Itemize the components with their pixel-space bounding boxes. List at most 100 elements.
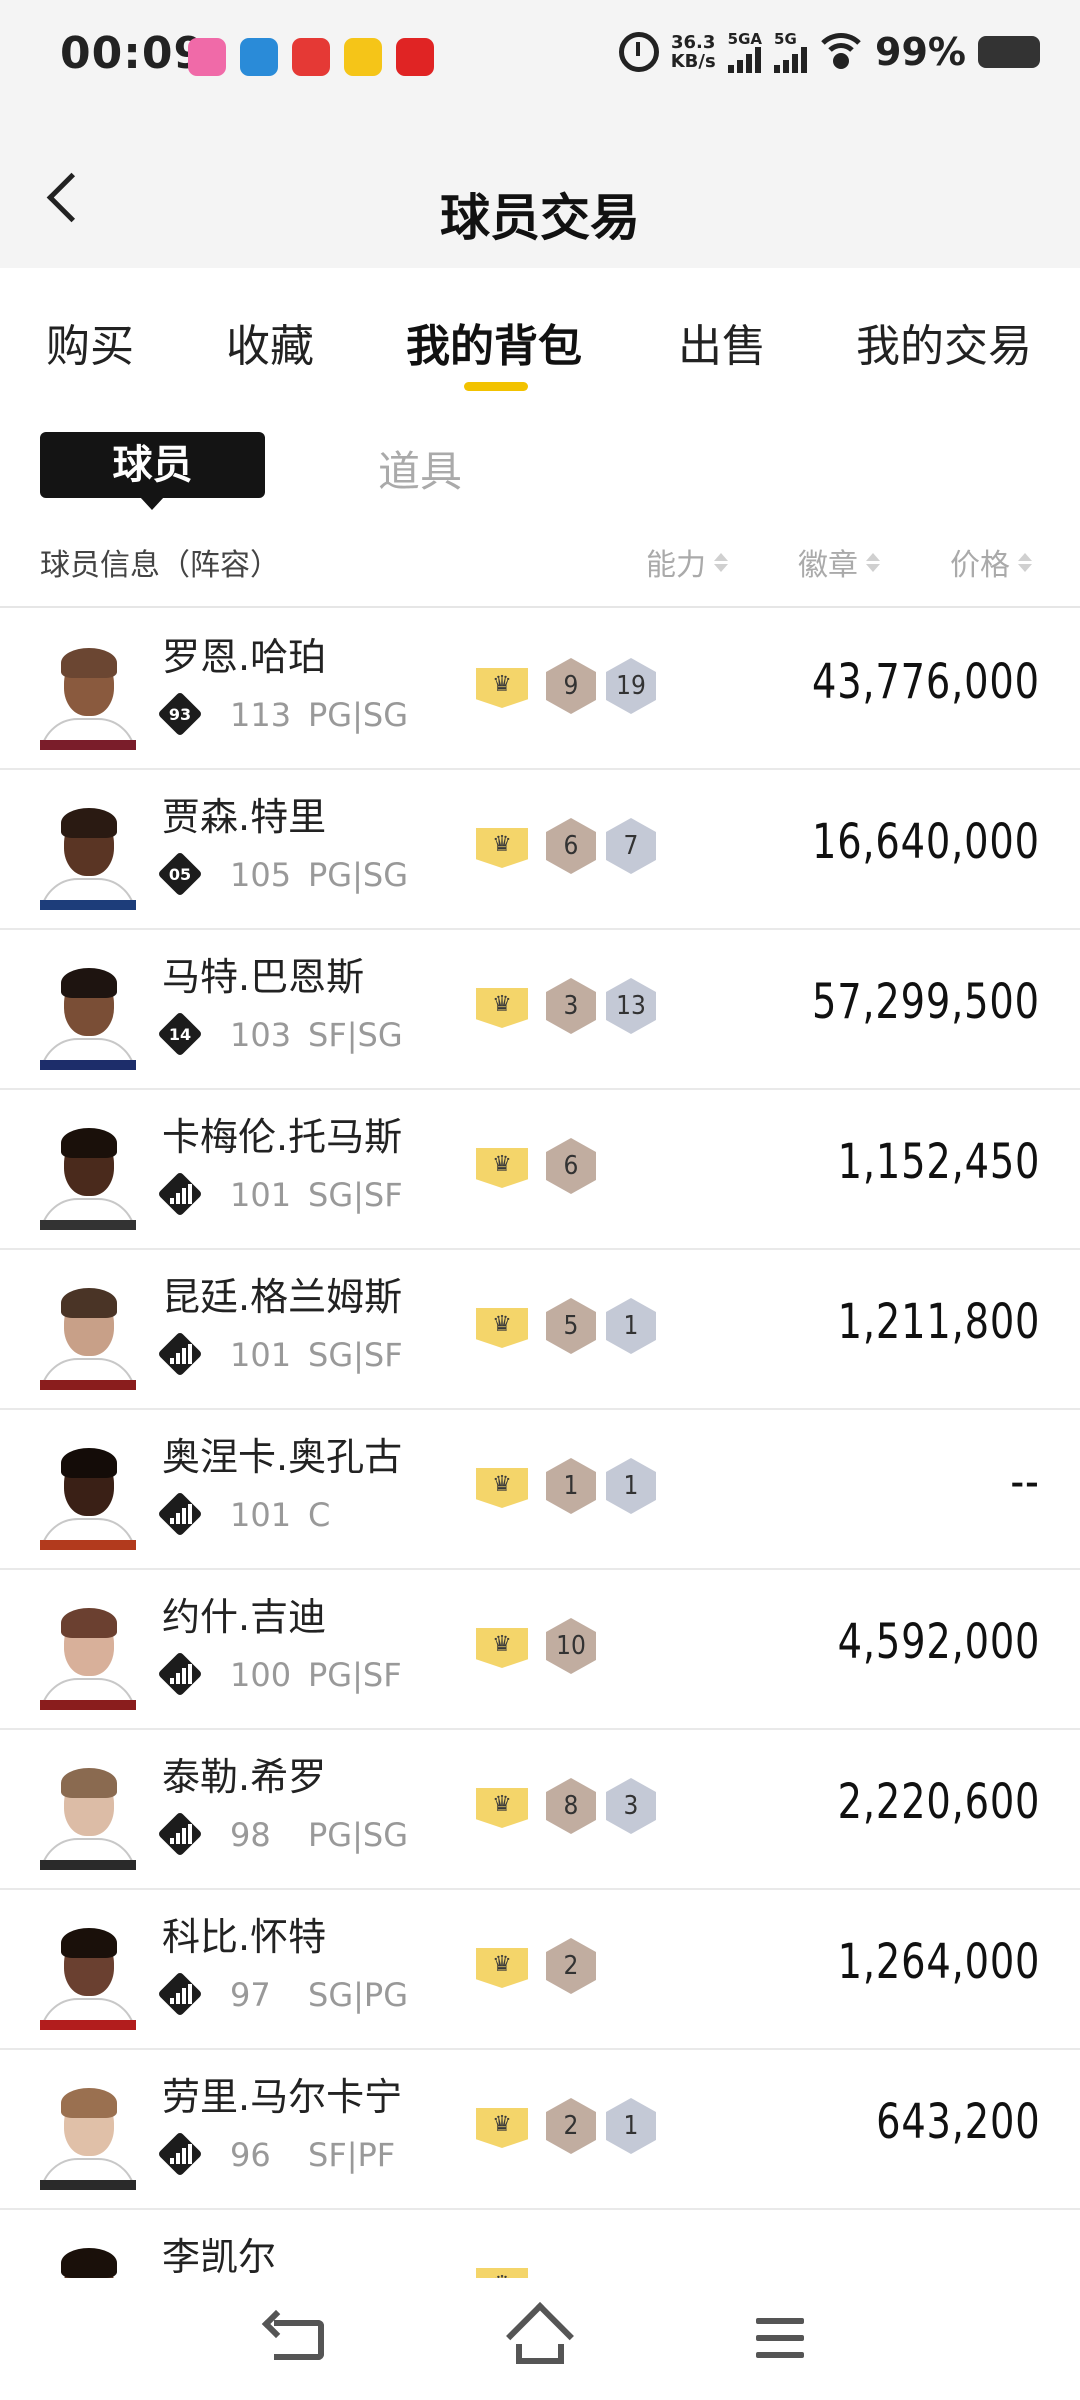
player-position: C	[308, 1496, 331, 1534]
crown-glyph-icon: ♛	[492, 1952, 512, 1977]
player-avatar	[40, 1762, 136, 1870]
sort-icon	[1018, 552, 1032, 572]
player-name: 李凯尔	[162, 2235, 277, 2278]
bronze-badge-count: 8	[546, 1778, 596, 1834]
player-rating: 100	[230, 1656, 292, 1694]
nav-home-icon[interactable]	[506, 2302, 574, 2370]
bronze-badge-count: 2	[546, 1938, 596, 1994]
bronze-badge-count: 5	[546, 1298, 596, 1354]
player-row[interactable]: 约什.吉迪 100 PG|SF ♛ 10 4,592,000	[0, 1570, 1080, 1730]
tier-bars-icon	[170, 1664, 192, 1684]
crown-glyph-icon: ♛	[492, 672, 512, 697]
player-rating: 101	[230, 1176, 292, 1214]
silver-badge-count: 19	[606, 658, 656, 714]
nav-back-icon[interactable]	[274, 2320, 324, 2360]
player-row[interactable]: 奥涅卡.奥孔古 101 C ♛ 1 1 --	[0, 1410, 1080, 1570]
tab-sell[interactable]: 出售	[678, 310, 766, 374]
sub-tabs: 球员 道具	[0, 398, 1080, 510]
bronze-badge-count: 10	[546, 1618, 596, 1674]
tier-bars-icon	[170, 1824, 192, 1844]
player-name: 科比.怀特	[162, 1915, 327, 1959]
tab-favorites[interactable]: 收藏	[226, 310, 314, 374]
nav-menu-icon[interactable]	[756, 2318, 804, 2358]
sort-icon	[714, 552, 728, 572]
player-name: 奥涅卡.奥孔古	[162, 1435, 403, 1479]
active-tab-indicator	[464, 382, 528, 391]
main-tabs: 购买 收藏 我的背包 出售 我的交易	[0, 268, 1080, 398]
bronze-badge-count: 1	[546, 1458, 596, 1514]
player-price: 57,299,500	[812, 974, 1040, 1030]
column-badges: 徽章	[798, 548, 858, 583]
tier-bars-icon	[170, 1984, 192, 2004]
player-row[interactable]: 科比.怀特 97 SG|PG ♛ 2 1,264,000	[0, 1890, 1080, 2050]
column-price: 价格	[950, 548, 1010, 583]
tab-my-trades[interactable]: 我的交易	[856, 310, 1032, 374]
crown-glyph-icon: ♛	[476, 2270, 528, 2278]
tab-buy[interactable]: 购买	[46, 310, 134, 374]
app-notification-icon	[188, 38, 226, 76]
player-row[interactable]: 马特.巴恩斯 14 103 SF|SG ♛ 3 13 57,299,500	[0, 930, 1080, 1090]
player-price: --	[1010, 1454, 1040, 1510]
silver-badge-count: 3	[606, 1778, 656, 1834]
subtab-items[interactable]: 道具	[378, 438, 462, 499]
player-position: SG|PG	[308, 1976, 408, 2014]
player-row[interactable]: 劳里.马尔卡宁 96 SF|PF ♛ 2 1 643,200	[0, 2050, 1080, 2210]
tier-bars-icon	[170, 1504, 192, 1524]
player-rating: 97	[230, 1976, 271, 2014]
player-price: 4,592,000	[837, 1614, 1040, 1670]
player-name: 卡梅伦.托马斯	[162, 1115, 403, 1159]
player-rating: 96	[230, 2136, 271, 2174]
player-position: PG|SG	[308, 1816, 408, 1854]
player-row[interactable]: 卡梅伦.托马斯 101 SG|SF ♛ 6 1,152,450	[0, 1090, 1080, 1250]
player-name: 马特.巴恩斯	[162, 955, 365, 999]
crown-glyph-icon: ♛	[492, 1472, 512, 1497]
system-nav-bar	[0, 2278, 1080, 2400]
player-price: 1,211,800	[837, 1294, 1040, 1350]
sort-ability-button[interactable]: 能力	[646, 540, 728, 584]
silver-badge-count: 13	[606, 978, 656, 1034]
player-row[interactable]: 泰勒.希罗 98 PG|SG ♛ 8 3 2,220,600	[0, 1730, 1080, 1890]
player-position: PG|SG	[308, 696, 408, 734]
signal-icon: 5G	[774, 31, 808, 73]
player-price: 43,776,000	[812, 654, 1040, 710]
sort-badges-button[interactable]: 徽章	[798, 540, 880, 584]
alarm-icon	[618, 32, 659, 72]
player-rating: 103	[230, 1016, 292, 1054]
bronze-badge-count: 9	[546, 658, 596, 714]
page-title: 球员交易	[440, 189, 640, 247]
tier-bars-icon	[170, 1184, 192, 1204]
sort-price-button[interactable]: 价格	[950, 540, 1032, 584]
crown-glyph-icon: ♛	[492, 1792, 512, 1817]
crown-glyph-icon: ♛	[492, 1152, 512, 1177]
player-avatar	[40, 2082, 136, 2190]
silver-badge-count: 7	[606, 818, 656, 874]
player-row[interactable]: 昆廷.格兰姆斯 101 SG|SF ♛ 5 1 1,211,800	[0, 1250, 1080, 1410]
player-avatar	[40, 2242, 136, 2278]
player-row[interactable]: 李凯尔 ♛	[0, 2210, 1080, 2278]
status-bar: 00:09 36.3 KB/s 5GA 5G 99%	[0, 0, 1080, 118]
player-rating: 101	[230, 1496, 292, 1534]
tab-my-backpack[interactable]: 我的背包	[406, 310, 582, 374]
player-avatar	[40, 802, 136, 910]
player-avatar	[40, 1122, 136, 1230]
crown-glyph-icon: ♛	[492, 832, 512, 857]
player-row[interactable]: 贾森.特里 05 105 PG|SG ♛ 6 7 16,640,000	[0, 770, 1080, 930]
crown-glyph-icon: ♛	[492, 1632, 512, 1657]
status-app-icons	[188, 38, 434, 76]
app-notification-icon	[396, 38, 434, 76]
player-position: PG|SF	[308, 1656, 402, 1694]
net-speed-value: 36.3	[670, 32, 716, 53]
player-avatar	[40, 1282, 136, 1390]
player-row[interactable]: 罗恩.哈珀 93 113 PG|SG ♛ 9 19 43,776,000	[0, 610, 1080, 770]
battery-percent: 99%	[875, 30, 966, 74]
player-avatar	[40, 642, 136, 750]
bronze-badge-count: 3	[546, 978, 596, 1034]
subtab-players[interactable]: 球员	[40, 432, 265, 510]
player-position: SF|SG	[308, 1016, 403, 1054]
player-rating: 113	[230, 696, 292, 734]
player-position: SF|PF	[308, 2136, 396, 2174]
signal-label: 5GA	[727, 29, 763, 48]
silver-badge-count: 1	[606, 1298, 656, 1354]
app-notification-icon	[292, 38, 330, 76]
net-speed: 36.3 KB/s	[671, 33, 716, 71]
